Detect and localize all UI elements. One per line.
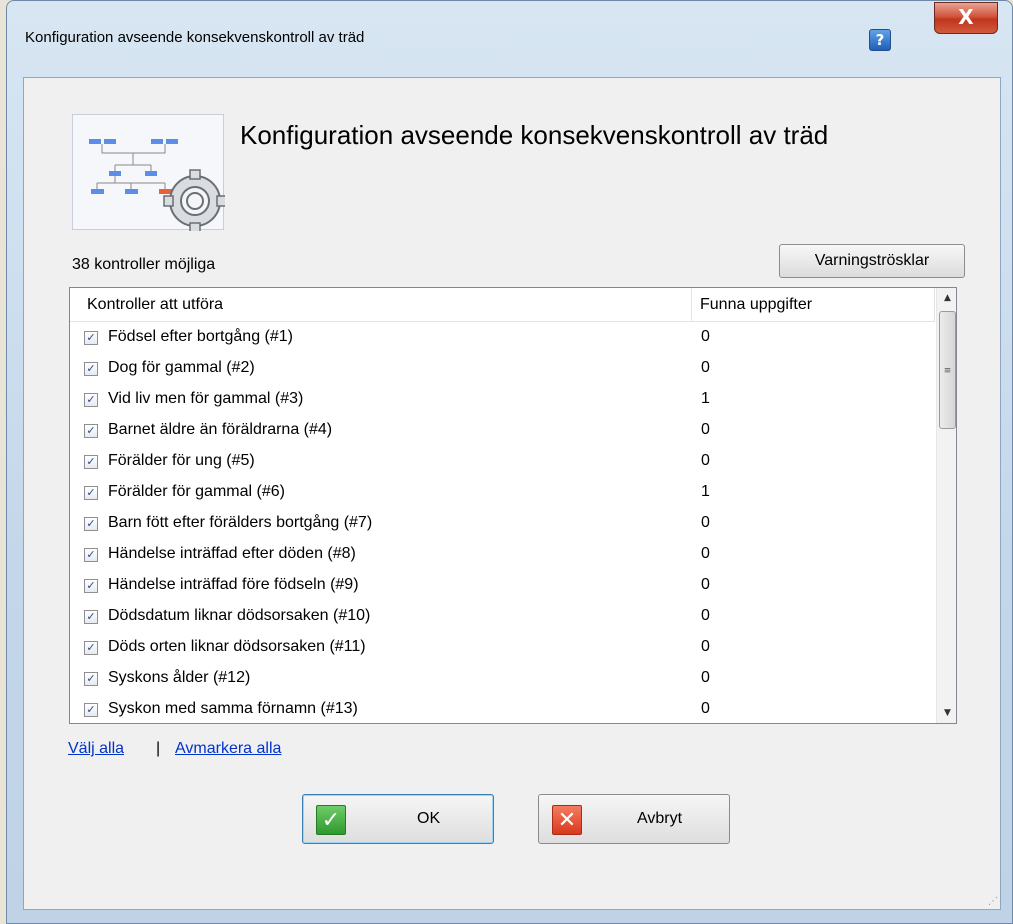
found-count: 0 [701,669,710,686]
row-checkbox[interactable]: ✓ [84,517,98,531]
check-name: Dödsdatum liknar dödsorsaken (#10) [108,607,371,624]
warning-thresholds-button[interactable]: Varningströsklar [779,244,965,278]
list-item[interactable]: ✓ Barn fött efter förälders bortgång (#7)… [70,509,935,540]
scroll-down-arrow-icon[interactable]: ▼ [937,703,956,723]
list-item[interactable]: ✓ Barnet äldre än föräldrarna (#4) 0 [70,416,935,447]
available-checks-count: 38 kontroller möjliga [72,256,216,273]
list-item[interactable]: ✓ Händelse inträffad efter döden (#8) 0 [70,540,935,571]
list-item[interactable]: ✓ Dödsdatum liknar dödsorsaken (#10) 0 [70,602,935,633]
deselect-all-link[interactable]: Avmarkera alla [175,740,281,758]
cancel-button-label: Avbryt [637,810,683,827]
list-item[interactable]: ✓ Förälder för gammal (#6) 1 [70,478,935,509]
row-checkbox[interactable]: ✓ [84,393,98,407]
row-checkbox[interactable]: ✓ [84,424,98,438]
cancel-button[interactable]: ✕ Avbryt [538,794,730,844]
resize-grip-icon[interactable]: ⋰ [988,896,998,907]
scroll-up-arrow-icon[interactable]: ▲ [937,288,956,308]
list-item[interactable]: ✓ Syskons ålder (#12) 0 [70,664,935,695]
found-count: 1 [701,483,710,500]
check-name: Förälder för ung (#5) [108,452,255,469]
row-checkbox[interactable]: ✓ [84,579,98,593]
dialog-window: Konfiguration avseende konsekvenskontrol… [6,0,1013,924]
check-name: Födsel efter bortgång (#1) [108,328,293,345]
found-count: 0 [701,359,710,376]
check-name: Vid liv men för gammal (#3) [108,390,304,407]
found-count: 0 [701,421,710,438]
row-checkbox[interactable]: ✓ [84,641,98,655]
list-item[interactable]: ✓ Dog för gammal (#2) 0 [70,354,935,385]
row-checkbox[interactable]: ✓ [84,455,98,469]
check-name: Händelse inträffad före födseln (#9) [108,576,359,593]
close-icon: X [958,5,974,29]
check-name: Barnet äldre än föräldrarna (#4) [108,421,333,438]
window-title: Konfiguration avseende konsekvenskontrol… [25,29,365,46]
row-checkbox[interactable]: ✓ [84,548,98,562]
check-name: Dog för gammal (#2) [108,359,255,376]
list-item[interactable]: ✓ Förälder för ung (#5) 0 [70,447,935,478]
title-bar[interactable]: Konfiguration avseende konsekvenskontrol… [7,1,1012,77]
cross-icon: ✕ [552,805,582,835]
ok-button-label: OK [417,810,441,827]
dialog-content: Konfiguration avseende konsekvenskontrol… [23,77,1001,910]
family-tree-gear-icon [72,114,227,233]
check-name: Döds orten liknar dödsorsaken (#11) [108,638,366,655]
found-count: 0 [701,700,710,717]
row-checkbox[interactable]: ✓ [84,362,98,376]
found-count: 0 [701,514,710,531]
found-count: 1 [701,390,710,407]
checks-list[interactable]: Kontroller att utföra Funna uppgifter ✓ F… [69,287,957,724]
column-header-checks[interactable]: Kontroller att utföra [70,288,692,322]
found-count: 0 [701,607,710,624]
found-count: 0 [701,576,710,593]
check-name: Händelse inträffad efter döden (#8) [108,545,356,562]
scroll-thumb[interactable]: ≡ [939,311,956,429]
found-count: 0 [701,545,710,562]
list-rows: ✓ Födsel efter bortgång (#1) 0 ✓ Dog för gam… [70,323,935,723]
found-count: 0 [701,328,710,345]
close-button[interactable]: X [934,2,998,34]
list-item[interactable]: ✓ Händelse inträffad före födseln (#9) 0 [70,571,935,602]
select-all-link[interactable]: Välj alla [68,740,124,758]
check-name: Barn fött efter förälders bortgång (#7) [108,514,373,531]
vertical-scrollbar[interactable]: ▲ ≡ ▼ [936,288,956,723]
list-item[interactable]: ✓ Vid liv men för gammal (#3) 1 [70,385,935,416]
column-header-found[interactable]: Funna uppgifter [692,288,935,322]
list-header: Kontroller att utföra Funna uppgifter [70,288,935,322]
question-mark-icon: ? [875,31,885,49]
row-checkbox[interactable]: ✓ [84,610,98,624]
row-checkbox[interactable]: ✓ [84,703,98,717]
help-button[interactable]: ? [869,29,891,51]
check-name: Syskons ålder (#12) [108,669,251,686]
row-checkbox[interactable]: ✓ [84,331,98,345]
ok-button[interactable]: ✓ OK [302,794,494,844]
check-name: Förälder för gammal (#6) [108,483,285,500]
found-count: 0 [701,638,710,655]
found-count: 0 [701,452,710,469]
list-item[interactable]: ✓ Syskon med samma förnamn (#13) 0 [70,695,935,723]
dialog-heading: Konfiguration avseende konsekvenskontrol… [240,120,829,150]
checkmark-icon: ✓ [316,805,346,835]
check-name: Syskon med samma förnamn (#13) [108,700,358,717]
row-checkbox[interactable]: ✓ [84,672,98,686]
list-item[interactable]: ✓ Döds orten liknar dödsorsaken (#11) 0 [70,633,935,664]
list-item[interactable]: ✓ Födsel efter bortgång (#1) 0 [70,323,935,354]
link-separator: | [156,740,161,757]
row-checkbox[interactable]: ✓ [84,486,98,500]
